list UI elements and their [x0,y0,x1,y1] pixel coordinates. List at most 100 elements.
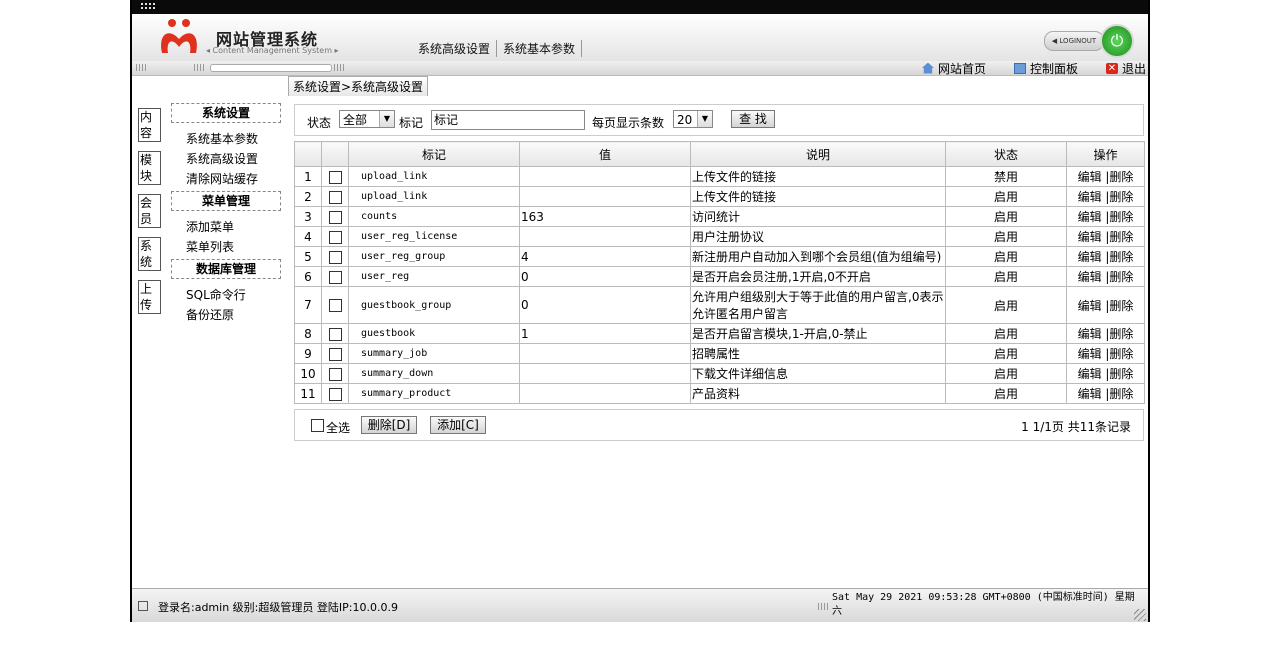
delete-button[interactable]: 删除[D] [361,416,417,434]
tag-input[interactable]: 标记 [431,110,585,130]
vtab-content[interactable]: 内容 [138,108,161,142]
toolbar-grip [194,64,206,71]
row-checkbox[interactable] [328,190,342,204]
cell-actions[interactable]: 编辑 |删除 [1066,343,1145,364]
cell-check [321,206,349,227]
cell-tag: upload_link [348,166,520,187]
cell-desc: 是否开启留言模块,1-开启,0-禁止 [690,323,946,344]
cell-check [321,363,349,384]
add-button[interactable]: 添加[C] [430,416,486,434]
row-checkbox[interactable] [328,250,342,264]
sidebar-section-menu[interactable]: 菜单管理 [171,191,281,211]
row-checkbox[interactable] [328,367,342,381]
cell-actions[interactable]: 编辑 |删除 [1066,246,1145,267]
cell-check [321,383,349,404]
chevron-down-icon: ▼ [697,111,712,127]
toolbar-slider[interactable] [210,64,332,72]
power-icon[interactable]: ⏻ [1100,24,1134,58]
sidebar-item-add-menu[interactable]: 添加菜单 [186,218,234,235]
logout-button[interactable]: ◀ LOGINOUT [1044,31,1104,51]
select-all-checkbox[interactable] [311,419,324,432]
cell-desc: 产品资料 [690,383,946,404]
row-checkbox[interactable] [328,327,342,341]
sidebar-section-database[interactable]: 数据库管理 [171,259,281,279]
status-bar: 登录名:admin 级别:超级管理员 登陆IP:10.0.0.9 Sat May… [132,588,1148,622]
breadcrumb-row: 系统设置>系统高级设置 [288,76,1148,97]
cell-actions[interactable]: 编辑 |删除 [1066,226,1145,247]
toolbar: 网站首页 控制面板 ✕ 退出 [132,61,1148,76]
status-icon [138,601,148,611]
cell-actions[interactable]: 编辑 |删除 [1066,383,1145,404]
sidebar-item-basic-params[interactable]: 系统基本参数 [186,130,258,147]
status-select[interactable]: 全部 ▼ [339,110,395,128]
status-grip [818,603,830,610]
vtab-module[interactable]: 模块 [138,151,161,185]
sidebar-item-advanced-settings[interactable]: 系统高级设置 [186,150,258,167]
nav-basic-params[interactable]: 系统基本参数 [503,40,583,57]
cell-no: 8 [294,323,322,344]
table-row: 3 counts 163 访问统计 启用 编辑 |删除 [294,206,1145,227]
cell-actions[interactable]: 编辑 |删除 [1066,186,1145,207]
table-row: 4 user_reg_license 用户注册协议 启用 编辑 |删除 [294,226,1145,247]
cell-no: 7 [294,286,322,324]
cell-actions[interactable]: 编辑 |删除 [1066,286,1145,324]
cell-value [519,383,691,404]
row-checkbox[interactable] [328,299,342,312]
vtab-system[interactable]: 系统 [138,237,161,271]
exit-link-label: 退出 [1121,61,1146,76]
col-header-status: 状态 [945,141,1067,167]
cell-no: 9 [294,343,322,364]
app-window: 网站管理系统 ◂ Content Management System ▸ 系统高… [130,0,1150,622]
left-tab-strip: 内容 模块 会员 系统 上传 [132,96,169,588]
cell-value [519,226,691,247]
sidebar-item-backup[interactable]: 备份还原 [186,306,234,323]
per-page-label: 每页显示条数 [592,116,665,130]
vtab-member[interactable]: 会员 [138,194,161,228]
resize-grip-icon[interactable] [1134,609,1146,621]
cell-desc: 访问统计 [690,206,946,227]
breadcrumb[interactable]: 系统设置>系统高级设置 [288,76,429,97]
row-checkbox[interactable] [328,210,342,224]
tag-label: 标记 [399,116,424,130]
home-link[interactable]: 网站首页 [921,60,986,77]
top-nav: 系统高级设置 系统基本参数 [418,40,588,57]
cell-value: 1 [519,323,691,344]
cell-actions[interactable]: 编辑 |删除 [1066,266,1145,287]
row-checkbox[interactable] [328,347,342,361]
row-checkbox[interactable] [328,170,342,184]
search-button[interactable]: 查 找 [731,110,775,128]
cell-actions[interactable]: 编辑 |删除 [1066,166,1145,187]
cell-actions[interactable]: 编辑 |删除 [1066,323,1145,344]
cell-status: 禁用 [945,166,1067,187]
row-checkbox[interactable] [328,230,342,244]
nav-advanced-settings[interactable]: 系统高级设置 [418,40,498,57]
status-label: 状态 [307,116,332,130]
exit-link[interactable]: ✕ 退出 [1105,60,1146,77]
cell-status: 启用 [945,343,1067,364]
toolbar-grip [334,64,346,71]
cell-no: 6 [294,266,322,287]
toolbar-grip [136,64,148,71]
brand-subtitle: ◂ Content Management System ▸ [206,46,339,55]
per-page-select[interactable]: 20 ▼ [673,110,713,128]
cell-actions[interactable]: 编辑 |删除 [1066,363,1145,384]
row-checkbox[interactable] [328,270,342,284]
exit-icon: ✕ [1105,62,1118,74]
vtab-upload[interactable]: 上传 [138,280,161,314]
table-row: 1 upload_link 上传文件的链接 禁用 编辑 |删除 [294,166,1145,187]
cell-desc: 用户注册协议 [690,226,946,247]
header: 网站管理系统 ◂ Content Management System ▸ 系统高… [132,14,1148,62]
cell-actions[interactable]: 编辑 |删除 [1066,206,1145,227]
sidebar-item-sql[interactable]: SQL命令行 [186,286,246,303]
cell-tag: user_reg_license [348,226,520,247]
cell-desc: 上传文件的链接 [690,166,946,187]
sidebar-item-menu-list[interactable]: 菜单列表 [186,238,234,255]
row-checkbox[interactable] [328,387,342,401]
select-all-label: 全选 [326,421,351,435]
sidebar-item-clear-cache[interactable]: 清除网站缓存 [186,170,258,187]
cell-status: 启用 [945,383,1067,404]
apps-grid-icon[interactable] [140,2,156,11]
cell-no: 2 [294,186,322,207]
control-panel-link[interactable]: 控制面板 [1013,60,1078,77]
sidebar-section-system[interactable]: 系统设置 [171,103,281,123]
